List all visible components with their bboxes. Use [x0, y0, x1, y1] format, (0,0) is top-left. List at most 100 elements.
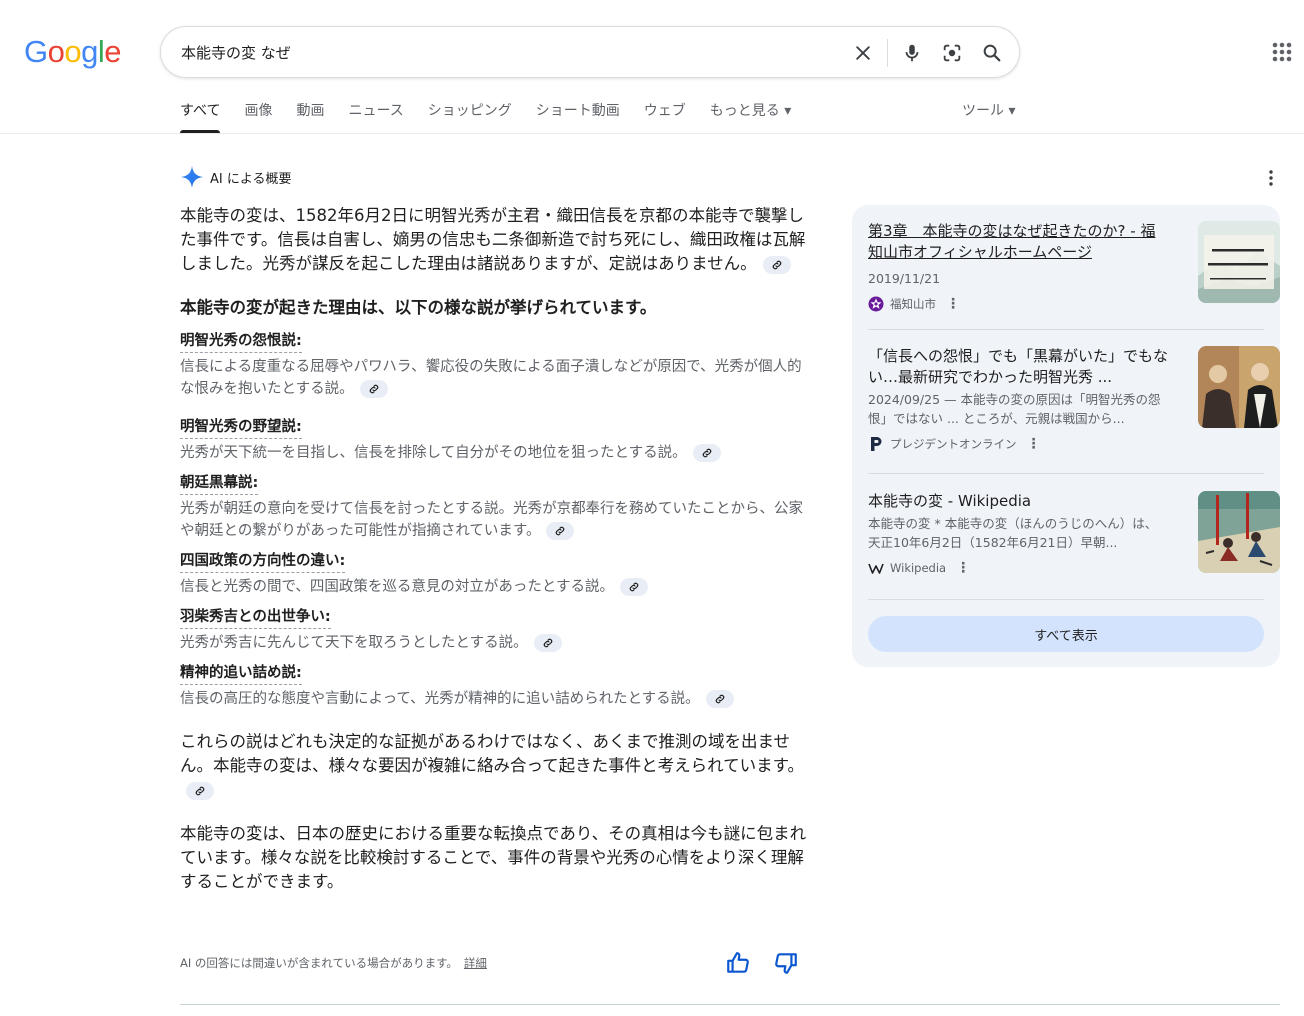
ai-disclaimer: AI の回答には間違いが含まれている場合があります。 詳細: [180, 955, 487, 971]
answer-subheading: 本能寺の変が起きた理由は、以下の様な説が挙げられています。: [180, 298, 657, 317]
details-link[interactable]: 詳細: [464, 956, 487, 970]
link-icon: [715, 694, 724, 704]
source-desc: 2024/09/25 — 本能寺の変の原因は「明智光秀の怨恨」ではない ... …: [868, 392, 1161, 426]
theory-item: 羽柴秀吉との出世争い: 光秀が秀吉に先んじて天下を取ろうとしたとする説。: [180, 606, 810, 654]
ai-answer: 本能寺の変は、1582年6月2日に明智光秀が主君・織田信長を京都の本能寺で襲撃し…: [180, 204, 810, 894]
answer-intro-text: 本能寺の変は、1582年6月2日に明智光秀が主君・織田信長を京都の本能寺で襲撃し…: [180, 206, 806, 273]
theory-desc: 光秀が秀吉に先んじて天下を取ろうとしたとする説。: [180, 632, 810, 654]
show-all-button[interactable]: すべて表示: [868, 616, 1264, 652]
source-link-chip[interactable]: [705, 690, 734, 708]
source-link-chip[interactable]: [186, 781, 214, 800]
theory-title: 明智光秀の怨恨説:: [180, 330, 302, 353]
tab-all[interactable]: すべて: [180, 100, 221, 134]
tab-web[interactable]: ウェブ: [644, 100, 686, 134]
theory-item: 明智光秀の怨恨説: 信長による度重なる屈辱やパワハラ、饗応役の失敗による面子潰し…: [180, 330, 810, 400]
source-link-chip[interactable]: [762, 255, 791, 274]
source-link-chip[interactable]: [359, 380, 388, 398]
source-card[interactable]: 「信長への怨恨」でも「黒幕がいた」でもない…最新研究でわかった明智光秀 ... …: [868, 346, 1280, 452]
link-icon: [369, 384, 378, 394]
gemini-sparkle-icon: [181, 166, 203, 188]
search-input[interactable]: 本能寺の変 なぜ: [181, 42, 291, 63]
logo-letter: e: [104, 34, 122, 69]
search-divider: [887, 39, 888, 67]
source-link-chip[interactable]: [619, 578, 648, 596]
tab-short-videos[interactable]: ショート動画: [536, 100, 620, 134]
link-icon: [556, 526, 565, 536]
header-divider: [0, 133, 1304, 134]
source-thumbnail[interactable]: [1198, 346, 1280, 428]
theory-desc: 信長の高圧的な態度や言動によって、光秀が精神的に追い詰められたとする説。: [180, 688, 810, 710]
source-thumbnail[interactable]: [1198, 221, 1280, 303]
theory-desc-text: 信長の高圧的な態度や言動によって、光秀が精神的に追い詰められたとする説。: [180, 691, 700, 707]
theory-desc-text: 信長による度重なる屈辱やパワハラ、饗応役の失敗による面子潰しなどが原因で、光秀が…: [180, 359, 802, 397]
answer-paragraph-2: これらの説はどれも決定的な証拠があるわけではなく、あくまで推測の域を出ません。本…: [180, 730, 810, 802]
link-icon: [702, 448, 711, 458]
lens-icon[interactable]: [938, 39, 966, 67]
apps-grid-icon[interactable]: [1270, 40, 1294, 64]
source-site-name: Wikipedia: [890, 561, 947, 575]
ai-overview-title: AI による概要: [210, 171, 292, 187]
tab-videos[interactable]: 動画: [296, 100, 324, 134]
theory-item: 明智光秀の野望説: 光秀が天下統一を目指し、信長を排除して自分がその地位を狙った…: [180, 416, 810, 464]
link-icon: [195, 786, 205, 795]
link-icon: [543, 638, 552, 648]
tab-shopping[interactable]: ショッピング: [428, 100, 512, 134]
logo-letter: G: [24, 34, 48, 69]
section-divider: [180, 1004, 1280, 1005]
search-icon[interactable]: [978, 39, 1006, 67]
answer-paragraph-3: 本能寺の変は、日本の歴史における重要な転換点であり、その真相は今も謎に包まれてい…: [180, 824, 807, 891]
source-link-chip[interactable]: [692, 444, 721, 462]
source-title[interactable]: 本能寺の変 - Wikipedia: [868, 491, 1168, 512]
more-options-icon[interactable]: [1262, 168, 1280, 188]
link-icon: [772, 260, 781, 269]
google-logo[interactable]: Google: [24, 34, 122, 70]
thumbs-up-icon[interactable]: [725, 950, 751, 976]
more-options-icon[interactable]: ⋮: [1027, 437, 1041, 451]
source-link-chip[interactable]: [546, 522, 575, 540]
source-card[interactable]: 本能寺の変 - Wikipedia 本能寺の変 * 本能寺の変（ほんのうじのへん…: [868, 491, 1280, 576]
thumbs-down-icon[interactable]: [773, 950, 799, 976]
ai-overview-header: AI による概要: [180, 165, 291, 189]
fukuchiyama-favicon-icon: [868, 296, 884, 312]
theory-desc: 光秀が天下統一を目指し、信長を排除して自分がその地位を狙ったとする説。: [180, 442, 810, 464]
theory-desc-text: 光秀が秀吉に先んじて天下を取ろうとしたとする説。: [180, 635, 528, 651]
theory-item: 朝廷黒幕説: 光秀が朝廷の意向を受けて信長を討ったとする説。光秀が京都奉行を務め…: [180, 472, 810, 542]
theory-desc-text: 信長と光秀の間で、四国政策を巡る意見の対立があったとする説。: [180, 579, 614, 595]
theory-desc: 信長と光秀の間で、四国政策を巡る意見の対立があったとする説。: [180, 576, 810, 598]
wikipedia-favicon-icon: [868, 560, 884, 576]
card-divider: [868, 329, 1264, 330]
source-title[interactable]: 「信長への怨恨」でも「黒幕がいた」でもない…最新研究でわかった明智光秀 ...: [868, 346, 1168, 388]
theory-desc-text: 光秀が天下統一を目指し、信長を排除して自分がその地位を狙ったとする説。: [180, 445, 687, 461]
logo-letter: g: [81, 34, 98, 69]
source-link-chip[interactable]: [533, 634, 562, 652]
search-box[interactable]: 本能寺の変 なぜ: [160, 26, 1020, 78]
search-tabs: すべて 画像 動画 ニュース ショッピング ショート動画 ウェブ もっと見る ▾: [180, 100, 815, 134]
theory-desc: 光秀が朝廷の意向を受けて信長を討ったとする説。光秀が京都奉行を務めていたことから…: [180, 498, 810, 542]
more-options-icon[interactable]: ⋮: [946, 297, 960, 311]
tab-images[interactable]: 画像: [244, 100, 272, 134]
tab-more[interactable]: もっと見る ▾: [710, 100, 791, 134]
theory-title: 明智光秀の野望説:: [180, 416, 302, 439]
tools-button[interactable]: ツール ▾: [962, 100, 1015, 122]
logo-letter: o: [47, 34, 65, 69]
president-online-favicon-icon: [868, 436, 884, 452]
theory-item: 四国政策の方向性の違い: 信長と光秀の間で、四国政策を巡る意見の対立があったとす…: [180, 550, 810, 598]
tab-news[interactable]: ニュース: [348, 100, 403, 134]
microphone-icon[interactable]: [898, 39, 926, 67]
more-options-icon[interactable]: ⋮: [956, 561, 970, 575]
clear-icon[interactable]: [849, 39, 877, 67]
source-thumbnail[interactable]: [1198, 491, 1280, 573]
theory-desc: 信長による度重なる屈辱やパワハラ、饗応役の失敗による面子潰しなどが原因で、光秀が…: [180, 356, 810, 400]
theory-title: 羽柴秀吉との出世争い:: [180, 606, 331, 629]
source-card[interactable]: 第3章 本能寺の変はなぜ起きたのか? - 福知山市オフィシャルホームページ 20…: [868, 221, 1280, 312]
link-icon: [629, 582, 639, 592]
card-divider: [868, 473, 1264, 474]
theory-title: 四国政策の方向性の違い:: [180, 550, 346, 573]
source-site-name: 福知山市: [890, 297, 936, 311]
source-title[interactable]: 第3章 本能寺の変はなぜ起きたのか? - 福知山市オフィシャルホームページ: [868, 221, 1168, 263]
theory-desc-text: 光秀が朝廷の意向を受けて信長を討ったとする説。光秀が京都奉行を務めていたことから…: [180, 501, 804, 539]
source-desc: 2019/11/21: [868, 271, 941, 286]
card-divider: [868, 599, 1264, 600]
theory-item: 精神的追い詰め説: 信長の高圧的な態度や言動によって、光秀が精神的に追い詰められ…: [180, 662, 810, 710]
disclaimer-text: AI の回答には間違いが含まれている場合があります。: [180, 956, 458, 970]
